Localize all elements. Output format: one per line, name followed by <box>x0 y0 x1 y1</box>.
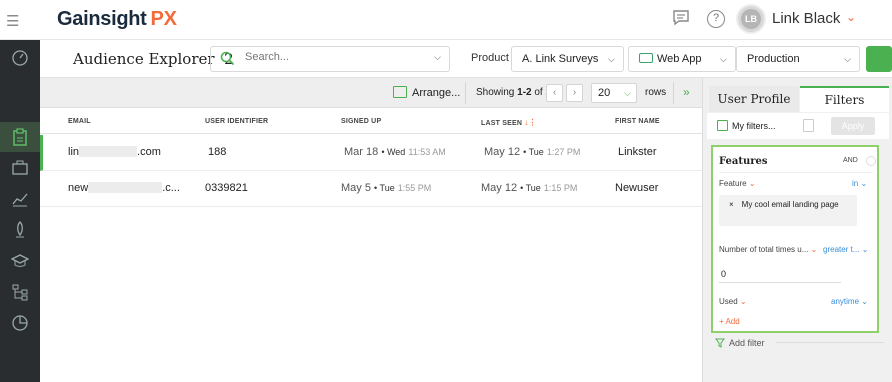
divider <box>719 172 873 173</box>
divider <box>776 342 884 343</box>
column-header-first-name[interactable]: FIRST NAME <box>615 118 660 125</box>
column-header-email[interactable]: EMAIL <box>68 118 91 125</box>
pie-chart-icon[interactable] <box>11 314 29 332</box>
column-header-last-seen[interactable]: LAST SEEN ↓⋮ <box>481 118 537 127</box>
table-header: EMAIL USER IDENTIFIER SIGNED UP LAST SEE… <box>40 109 702 134</box>
user-name[interactable]: Link Black <box>772 10 840 27</box>
tab-filters[interactable]: Filters <box>800 86 889 112</box>
analytics-icon[interactable] <box>11 190 29 208</box>
hierarchy-icon[interactable] <box>11 283 29 301</box>
redacted-text <box>79 146 138 157</box>
chevron-down-icon: ⌵ <box>720 54 727 64</box>
cell-signed-up: May 5 • Tue 1:55 PM <box>341 182 432 194</box>
briefcase-icon[interactable] <box>11 159 29 177</box>
product-select[interactable]: A. Link Surveys ⌵ <box>511 46 624 72</box>
app-select[interactable]: Web App ⌵ <box>628 46 736 72</box>
help-icon[interactable]: ? <box>707 10 725 28</box>
action-button[interactable] <box>866 46 892 72</box>
expand-icon[interactable]: » <box>683 85 690 99</box>
used-operator[interactable]: anytime ⌄ <box>831 297 868 306</box>
apply-button[interactable]: Apply <box>831 117 875 135</box>
gauge-icon[interactable] <box>11 48 29 66</box>
features-title: Features <box>719 156 768 167</box>
prev-page-button[interactable]: ‹ <box>546 84 563 102</box>
environment-select[interactable]: Production ⌵ <box>736 46 860 72</box>
columns-icon <box>393 86 407 98</box>
feature-field[interactable]: Feature ⌄ <box>719 179 756 188</box>
and-toggle[interactable] <box>866 156 876 166</box>
and-label: AND <box>843 157 858 164</box>
column-header-signed-up[interactable]: SIGNED UP <box>341 118 381 125</box>
monitor-icon <box>639 53 653 63</box>
cell-last-seen: May 12 • Tue 1:15 PM <box>481 182 578 194</box>
search-input[interactable] <box>245 51 415 63</box>
cell-email: lin .com <box>68 146 161 158</box>
cell-first-name: Newuser <box>615 182 659 194</box>
top-bar: ☰ Gainsight PX ? LB Link Black ⌄ <box>0 0 892 40</box>
add-filter-button[interactable]: Add filter <box>715 338 765 348</box>
rows-per-page-select[interactable]: 20 ⌵ <box>591 83 637 103</box>
chevron-down-icon: ⌵ <box>608 54 615 64</box>
next-page-button[interactable]: › <box>566 84 583 102</box>
tab-user-profile[interactable]: User Profile <box>709 86 799 112</box>
menu-icon[interactable]: ☰ <box>6 12 19 30</box>
chevron-down-icon: ⌄ <box>810 245 818 254</box>
feature-chip[interactable]: × My cool email landing page <box>719 195 857 226</box>
rocket-icon[interactable] <box>11 221 29 239</box>
cell-email: new .c... <box>68 182 180 194</box>
grid-toolbar: Arrange... Showing 1-2 of 2 ‹ › 20⌵ rows… <box>40 78 702 108</box>
feature-operator[interactable]: in ⌄ <box>852 179 867 188</box>
add-condition-link[interactable]: + Add <box>719 317 740 326</box>
clipboard-icon[interactable] <box>11 128 29 146</box>
chevron-down-icon: ⌵ <box>844 54 851 64</box>
chevron-down-icon[interactable]: ⌄ <box>846 10 856 24</box>
redacted-text <box>88 182 163 193</box>
explorer-toolbar: Audience Explorer 2 ⌵ Product A. Link Su… <box>40 40 892 78</box>
avatar[interactable]: LB <box>736 4 766 34</box>
trash-icon[interactable] <box>803 119 814 132</box>
showing-count: Showing 1-2 of 2 <box>476 87 551 98</box>
filters-panel: User Profile Filters My filters... Apply… <box>702 78 892 382</box>
search-icon <box>220 51 235 66</box>
remove-chip-icon[interactable]: × <box>729 200 734 209</box>
panel-tabs: User Profile Filters <box>709 86 889 112</box>
divider <box>673 82 674 104</box>
app-logo[interactable]: Gainsight PX <box>57 8 177 31</box>
left-nav <box>0 40 40 382</box>
table-row[interactable]: new .c... 0339821 May 5 • Tue 1:55 PM May… <box>40 171 702 207</box>
cell-user-identifier: 188 <box>208 146 227 158</box>
used-field[interactable]: Used ⌄ <box>719 297 747 306</box>
edit-icon <box>717 120 728 131</box>
search-box[interactable]: ⌵ <box>210 46 450 72</box>
graduation-cap-icon[interactable] <box>11 252 29 270</box>
chevron-down-icon: ⌄ <box>748 179 756 188</box>
total-times-field[interactable]: Number of total times u... ⌄ <box>719 245 817 254</box>
table-row[interactable]: lin .com 188 Mar 18 • Wed 11:53 AM May 12… <box>40 135 702 171</box>
cell-signed-up: Mar 18 • Wed 11:53 AM <box>344 146 446 158</box>
divider <box>465 82 466 104</box>
rows-label: rows <box>645 87 667 98</box>
chevron-down-icon[interactable]: ⌵ <box>434 52 441 63</box>
cell-first-name: Linkster <box>618 146 657 158</box>
times-value-input[interactable]: 0 <box>719 266 841 283</box>
cell-last-seen: May 12 • Tue 1:27 PM <box>484 146 581 158</box>
product-label: Product <box>471 52 509 64</box>
chevron-down-icon: ⌵ <box>624 88 631 98</box>
chat-icon[interactable] <box>672 10 690 26</box>
arrange-button[interactable]: Arrange... <box>393 86 460 99</box>
filter-icon <box>715 338 725 348</box>
filter-actions: My filters... Apply <box>707 113 889 139</box>
chevron-down-icon: ⌄ <box>739 297 747 306</box>
column-header-user-identifier[interactable]: USER IDENTIFIER <box>205 118 268 125</box>
features-filter-group: Features AND Feature ⌄ in ⌄ × My cool ema… <box>711 145 879 333</box>
audience-grid: Arrange... Showing 1-2 of 2 ‹ › 20⌵ rows… <box>40 78 702 382</box>
cell-user-identifier: 0339821 <box>205 182 248 194</box>
my-filters-button[interactable]: My filters... <box>717 120 776 131</box>
sort-descending-icon[interactable]: ↓⋮ <box>524 118 536 127</box>
times-operator[interactable]: greater t... ⌄ <box>823 245 868 254</box>
